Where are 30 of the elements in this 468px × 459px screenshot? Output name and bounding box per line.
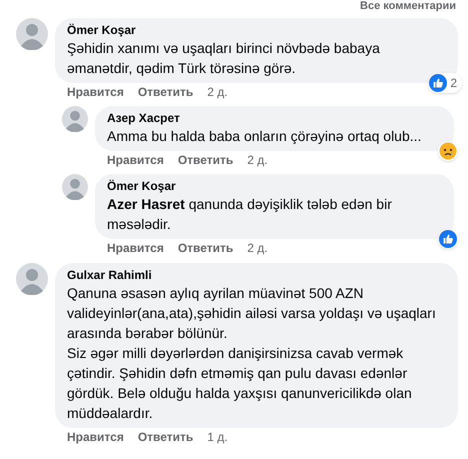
reply-link[interactable]: Ответить	[178, 241, 234, 255]
avatar-icon[interactable]	[62, 174, 88, 200]
reply-link[interactable]: Ответить	[138, 85, 194, 99]
reaction-badge[interactable]: 2	[428, 73, 462, 93]
timestamp[interactable]: 1 д.	[207, 430, 228, 444]
timestamp[interactable]: 2 д.	[247, 153, 268, 167]
like-icon	[439, 230, 457, 248]
timestamp[interactable]: 2 д.	[207, 85, 228, 99]
comment-text: Qanuna əsasən aylıq ayrilan müavinət 500 AZN valideyinlər(ana,ata),şəhidin ailəsi varsa yoldaşı və uşaqları arasında bərabər bölünür. Siz əgər milli dəyərlərdən danişirsinizsa cavab vermək çətindir. Şəhidin dəfn etməmiş qan pulu davası edənlər gördük. Belə olduğu halda yaxşısı qanunvericilikdə olan müddəalardır.	[67, 284, 437, 423]
like-link[interactable]: Нравится	[67, 430, 124, 444]
all-comments-link[interactable]: Все комментарии	[360, 0, 456, 12]
author-name[interactable]: Gulxar Rahimli	[67, 267, 152, 283]
reply-link[interactable]: Ответить	[178, 153, 234, 167]
author-name[interactable]: Азер Хасрет	[107, 110, 180, 126]
author-name[interactable]: Ömer Koşar	[67, 22, 136, 38]
sad-face-icon	[439, 142, 457, 160]
like-link[interactable]: Нравится	[67, 85, 124, 99]
comment-text: Amma bu halda baba onların çörəyinə ortaq olub...	[107, 127, 422, 146]
reaction-badge[interactable]	[438, 141, 458, 161]
author-name[interactable]: Ömer Koşar	[107, 178, 176, 194]
like-link[interactable]: Нравится	[107, 241, 164, 255]
timestamp[interactable]: 2 д.	[247, 241, 268, 255]
comment-text: Şəhidin xanımı və uşaqları birinci növbədə babaya əmanətdir, qədim Türk törəsinə görə.	[67, 39, 381, 78]
reply-link[interactable]: Ответить	[138, 430, 194, 444]
comment-text: Azer Hasret qanunda dəyişiklik tələb edən bir məsələdir.	[107, 195, 393, 234]
like-link[interactable]: Нравится	[107, 153, 164, 167]
like-icon	[429, 74, 448, 92]
avatar-icon[interactable]	[16, 18, 48, 50]
avatar-icon[interactable]	[62, 106, 88, 132]
avatar-icon[interactable]	[16, 263, 48, 295]
